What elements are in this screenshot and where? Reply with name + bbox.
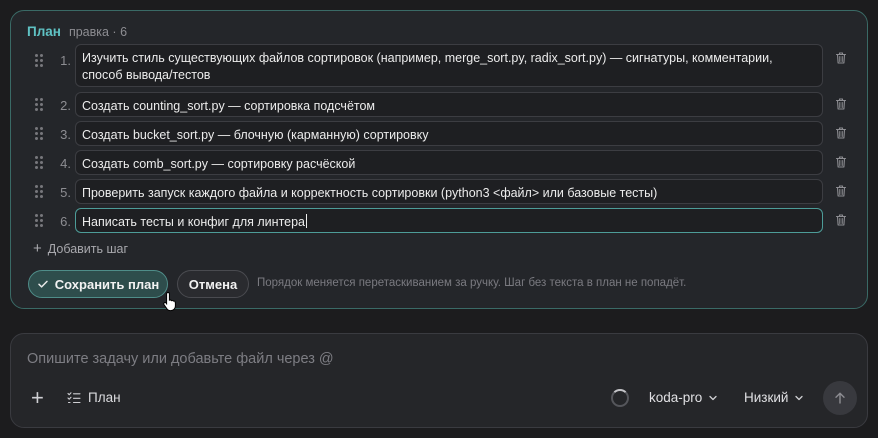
trash-icon[interactable] bbox=[834, 51, 848, 65]
plan-editor-card: План правка · 6 1. Изучить стиль существ… bbox=[10, 10, 868, 312]
plan-header: План правка · 6 bbox=[27, 24, 127, 39]
step-text-field[interactable]: Создать comb_sort.py — сортировку расчёс… bbox=[75, 150, 823, 175]
drag-handle-icon[interactable] bbox=[35, 214, 45, 227]
hand-pointer-icon bbox=[163, 291, 176, 312]
effort-select[interactable]: Низкий bbox=[744, 390, 804, 405]
save-plan-label: Сохранить план bbox=[54, 276, 160, 292]
step-number: 4. bbox=[60, 156, 71, 171]
prompt-input[interactable]: Опишите задачу или добавьте файл через @ bbox=[27, 351, 334, 367]
step-text-field-active[interactable]: Написать тесты и конфиг для линтера bbox=[75, 208, 823, 233]
add-step-label: Добавить шаг bbox=[47, 241, 129, 256]
effort-select-value: Низкий bbox=[744, 390, 789, 405]
plus-icon: + bbox=[33, 240, 42, 257]
chevron-down-icon bbox=[709, 395, 717, 400]
attach-plus-icon[interactable]: + bbox=[31, 387, 44, 409]
step-number: 2. bbox=[60, 98, 71, 113]
arrow-up-icon bbox=[835, 392, 845, 404]
check-icon bbox=[38, 280, 48, 288]
drag-handle-icon[interactable] bbox=[35, 54, 45, 67]
plan-revision: правка · 6 bbox=[68, 25, 128, 39]
trash-icon[interactable] bbox=[834, 213, 848, 227]
list-checks-icon bbox=[67, 391, 81, 403]
add-step-button[interactable]: + Добавить шаг bbox=[33, 241, 128, 256]
cancel-button[interactable]: Отмена bbox=[177, 270, 249, 298]
plan-mode-label: План bbox=[88, 390, 121, 405]
drag-handle-icon[interactable] bbox=[35, 98, 45, 111]
save-plan-button[interactable]: Сохранить план bbox=[28, 270, 168, 298]
drag-handle-icon[interactable] bbox=[35, 156, 45, 169]
step-text-field[interactable]: Создать counting_sort.py — сортировка по… bbox=[75, 92, 823, 117]
spinner-icon bbox=[611, 389, 629, 407]
step-number: 6. bbox=[60, 214, 71, 229]
step-number: 3. bbox=[60, 127, 71, 142]
plan-mode-toggle[interactable]: План bbox=[67, 390, 121, 405]
step-text-field[interactable]: Создать bucket_sort.py — блочную (карман… bbox=[75, 121, 823, 146]
model-select[interactable]: koda-pro bbox=[649, 390, 718, 405]
step-number: 5. bbox=[60, 185, 71, 200]
trash-icon[interactable] bbox=[834, 155, 848, 169]
chat-composer: Опишите задачу или добавьте файл через @… bbox=[10, 333, 868, 428]
step-text-field[interactable]: Проверить запуск каждого файла и коррект… bbox=[75, 179, 823, 204]
text-caret bbox=[306, 214, 308, 228]
step-text: Написать тесты и конфиг для линтера bbox=[82, 215, 306, 229]
model-select-value: koda-pro bbox=[649, 390, 703, 405]
plan-hint: Порядок меняется перетаскиванием за ручк… bbox=[257, 277, 687, 289]
step-number: 1. bbox=[60, 53, 71, 68]
drag-handle-icon[interactable] bbox=[35, 127, 45, 140]
step-text-field[interactable]: Изучить стиль существующих файлов сортир… bbox=[75, 44, 823, 87]
chevron-down-icon bbox=[795, 395, 804, 400]
trash-icon[interactable] bbox=[834, 97, 848, 111]
drag-handle-icon[interactable] bbox=[35, 185, 45, 198]
trash-icon[interactable] bbox=[834, 126, 848, 140]
cancel-label: Отмена bbox=[188, 276, 238, 292]
plan-title: План bbox=[27, 24, 61, 39]
trash-icon[interactable] bbox=[834, 184, 848, 198]
send-button[interactable] bbox=[823, 381, 857, 415]
